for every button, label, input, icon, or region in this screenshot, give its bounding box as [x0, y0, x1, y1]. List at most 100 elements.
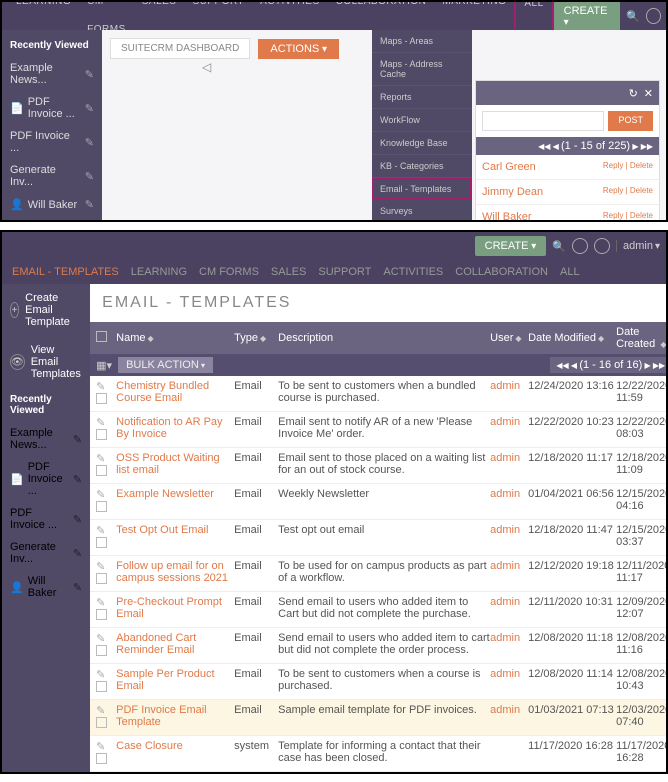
edit-row-icon[interactable]: ✎: [96, 705, 105, 717]
row-name[interactable]: Chemistry Bundled Course Email: [116, 380, 234, 404]
edit-row-icon[interactable]: ✎: [96, 669, 105, 681]
row-checkbox[interactable]: [96, 753, 107, 764]
recent-item[interactable]: 👤Will Baker✎: [2, 193, 102, 216]
row-name[interactable]: Example Newsletter: [116, 488, 234, 500]
create-button[interactable]: CREATE ▾: [554, 1, 621, 32]
select-all-checkbox[interactable]: [96, 331, 107, 342]
row-name[interactable]: OSS Product Waiting list email: [116, 452, 234, 476]
row-checkbox[interactable]: [96, 429, 107, 440]
recent-item[interactable]: 👤Will Baker✎: [2, 570, 90, 604]
dropdown-item[interactable]: Surveys: [372, 200, 472, 222]
dropdown-item-email-templates[interactable]: Email - Templates: [372, 178, 472, 200]
post-button[interactable]: POST: [608, 111, 653, 131]
bulk-action-button[interactable]: BULK ACTION ▾: [118, 357, 213, 373]
row-user[interactable]: admin: [490, 452, 528, 464]
post-input[interactable]: [482, 111, 604, 131]
view-templates-link[interactable]: 👁View Email Templates: [2, 336, 90, 388]
row-checkbox[interactable]: [96, 717, 107, 728]
row-name[interactable]: Test Opt Out Email: [116, 524, 234, 536]
dropdown-item[interactable]: Knowledge Base: [372, 132, 472, 155]
edit-row-icon[interactable]: ✎: [96, 381, 105, 393]
row-name[interactable]: PDF Invoice Email Template: [116, 704, 234, 728]
edit-icon[interactable]: ✎: [73, 473, 82, 486]
row-user[interactable]: admin: [490, 524, 528, 536]
recent-item[interactable]: Generate Inv...✎: [2, 159, 102, 193]
notifications-icon[interactable]: [572, 238, 588, 254]
activity-actions[interactable]: Reply | Delete: [603, 186, 653, 198]
recent-item[interactable]: 📄PDF Invoice ...✎: [2, 456, 90, 502]
recent-item[interactable]: Generate Inv...✎: [2, 536, 90, 570]
nav-collaboration[interactable]: COLLABORATION: [455, 266, 548, 278]
dropdown-item[interactable]: Maps - Address Cache: [372, 53, 472, 86]
column-chooser-icon[interactable]: ▦▾: [96, 359, 112, 372]
edit-icon[interactable]: ✎: [73, 581, 82, 594]
activity-user[interactable]: Carl Green: [482, 161, 536, 173]
dropdown-item[interactable]: Maps - Areas: [372, 30, 472, 53]
row-checkbox[interactable]: [96, 609, 107, 620]
col-desc[interactable]: Description: [278, 332, 490, 344]
row-user[interactable]: admin: [490, 380, 528, 392]
dropdown-item[interactable]: WorkFlow: [372, 109, 472, 132]
nav-email-templates[interactable]: EMAIL - TEMPLATES: [12, 266, 119, 278]
col-cre[interactable]: Date Created ◆: [616, 326, 668, 350]
dropdown-item[interactable]: KB - Categories: [372, 155, 472, 178]
edit-row-icon[interactable]: ✎: [96, 741, 105, 753]
edit-row-icon[interactable]: ✎: [96, 453, 105, 465]
refresh-icon[interactable]: ↻: [629, 87, 638, 100]
row-name[interactable]: Notification to AR Pay By Invoice: [116, 416, 234, 440]
edit-icon[interactable]: ✎: [73, 433, 82, 446]
dropdown-item[interactable]: Reports: [372, 86, 472, 109]
nav-sales[interactable]: SALES: [271, 266, 306, 278]
row-name[interactable]: Follow up email for on campus sessions 2…: [116, 560, 234, 584]
edit-icon[interactable]: ✎: [85, 102, 94, 115]
create-button[interactable]: CREATE ▾: [475, 236, 547, 256]
row-checkbox[interactable]: [96, 393, 107, 404]
row-name[interactable]: Case Closure: [116, 740, 234, 752]
edit-row-icon[interactable]: ✎: [96, 525, 105, 537]
row-user[interactable]: admin: [490, 416, 528, 428]
col-user[interactable]: User◆: [490, 332, 528, 344]
activity-actions[interactable]: Reply | Delete: [603, 211, 653, 220]
row-checkbox[interactable]: [96, 465, 107, 476]
edit-icon[interactable]: ✎: [73, 513, 82, 526]
row-name[interactable]: Abandoned Cart Reminder Email: [116, 632, 234, 656]
col-type[interactable]: Type◆: [234, 332, 278, 344]
edit-icon[interactable]: ✎: [85, 136, 94, 149]
nav-all[interactable]: ALL: [560, 266, 580, 278]
activity-user[interactable]: Jimmy Dean: [482, 186, 543, 198]
col-name[interactable]: Name◆: [116, 332, 234, 344]
messages-icon[interactable]: [594, 238, 610, 254]
activity-user[interactable]: Will Baker: [482, 211, 532, 220]
row-checkbox[interactable]: [96, 645, 107, 656]
nav-activities[interactable]: ACTIVITIES: [383, 266, 443, 278]
row-checkbox[interactable]: [96, 681, 107, 692]
edit-row-icon[interactable]: ✎: [96, 597, 105, 609]
recent-item[interactable]: 📄PDF Invoice ...✎: [2, 91, 102, 125]
search-icon[interactable]: 🔍: [552, 240, 566, 253]
edit-icon[interactable]: ✎: [73, 547, 82, 560]
row-checkbox[interactable]: [96, 501, 107, 512]
nav-support[interactable]: SUPPORT: [318, 266, 371, 278]
edit-icon[interactable]: ✎: [85, 68, 94, 81]
collapse-sidebar-icon[interactable]: ◁: [202, 60, 211, 74]
row-name[interactable]: Pre-Checkout Prompt Email: [116, 596, 234, 620]
recent-item[interactable]: Example News...✎: [2, 422, 90, 456]
search-icon[interactable]: 🔍: [626, 10, 640, 23]
edit-icon[interactable]: ✎: [85, 170, 94, 183]
edit-row-icon[interactable]: ✎: [96, 561, 105, 573]
row-checkbox[interactable]: [96, 537, 107, 548]
row-user[interactable]: admin: [490, 668, 528, 680]
edit-row-icon[interactable]: ✎: [96, 489, 105, 501]
edit-row-icon[interactable]: ✎: [96, 633, 105, 645]
notifications-icon[interactable]: [646, 8, 661, 24]
user-menu[interactable]: admin ▾: [616, 240, 660, 252]
recent-item[interactable]: PDF Invoice ...✎: [2, 125, 102, 159]
col-mod[interactable]: Date Modified◆: [528, 332, 616, 344]
row-user[interactable]: admin: [490, 632, 528, 644]
row-checkbox[interactable]: [96, 573, 107, 584]
recent-item[interactable]: Example News...✎: [2, 57, 102, 91]
row-user[interactable]: admin: [490, 488, 528, 500]
actions-button[interactable]: ACTIONS ▾: [258, 39, 339, 59]
breadcrumb[interactable]: SUITECRM DASHBOARD: [110, 38, 250, 59]
row-name[interactable]: Sample Per Product Email: [116, 668, 234, 692]
